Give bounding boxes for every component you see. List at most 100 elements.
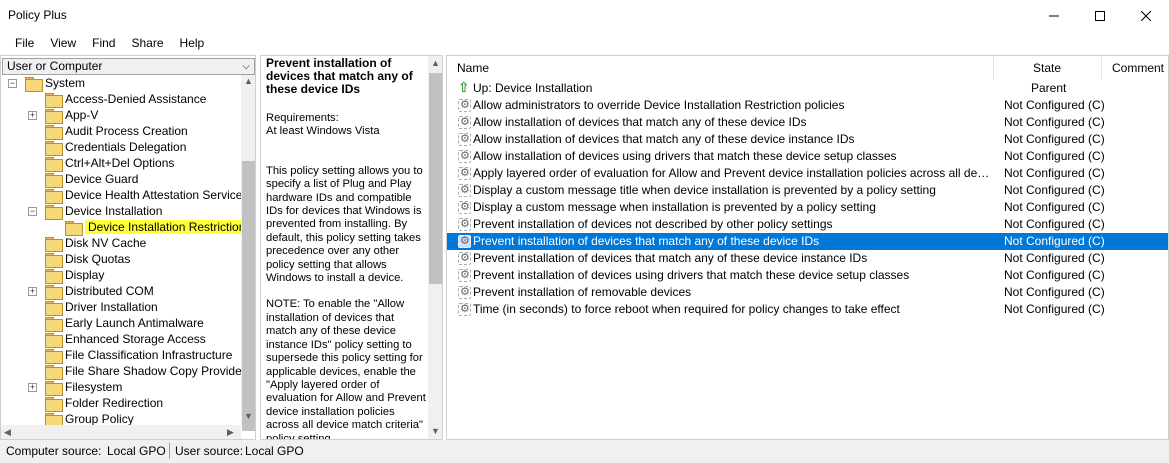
tree-node[interactable]: Enhanced Storage Access	[45, 331, 206, 348]
policy-row[interactable]: Allow installation of devices that match…	[447, 131, 1168, 148]
tree-vertical-scrollbar[interactable]: ▲ ▼	[241, 75, 255, 431]
expand-icon[interactable]: +	[28, 111, 37, 120]
policy-setting-icon	[458, 165, 471, 182]
tree-node[interactable]: + Filesystem	[28, 379, 122, 396]
policy-row[interactable]: Prevent installation of devices using dr…	[447, 267, 1168, 284]
tree-node-label: Disk NV Cache	[65, 236, 147, 250]
up-arrow-icon: ⇧	[458, 79, 470, 95]
policy-name: Display a custom message title when devi…	[473, 183, 936, 197]
scrollbar-thumb[interactable]	[429, 73, 442, 284]
scroll-left-icon[interactable]: ◀	[4, 427, 11, 438]
policy-row[interactable]: Allow administrators to override Device …	[447, 97, 1168, 114]
scope-select[interactable]: User or Computer ⌵	[2, 58, 255, 75]
computer-source-value: Local GPO	[107, 444, 166, 458]
tree-node[interactable]: Group Policy	[45, 411, 134, 425]
tree-node[interactable]: − System	[8, 75, 85, 92]
tree-node[interactable]: + Distributed COM	[28, 283, 154, 300]
folder-icon	[45, 156, 63, 172]
policy-row[interactable]: Prevent installation of removable device…	[447, 284, 1168, 301]
expand-icon[interactable]: +	[28, 287, 37, 296]
scrollbar-thumb[interactable]	[242, 161, 255, 431]
folder-icon	[45, 300, 63, 316]
tree-node-label: Enhanced Storage Access	[65, 332, 206, 346]
menu-share[interactable]: Share	[123, 36, 171, 50]
tree-node[interactable]: Credentials Delegation	[45, 139, 186, 156]
collapse-icon[interactable]: −	[8, 79, 17, 88]
tree-node[interactable]: + App-V	[28, 107, 98, 124]
tree-node[interactable]: − Device Installation	[28, 203, 162, 220]
column-header-name[interactable]: Name	[457, 56, 489, 80]
expand-icon[interactable]: +	[28, 383, 37, 392]
menu-file[interactable]: File	[7, 36, 42, 50]
policy-state: Not Configured (C)	[1004, 149, 1105, 163]
policy-row[interactable]: Allow installation of devices using driv…	[447, 148, 1168, 165]
policy-setting-icon	[458, 233, 471, 250]
policy-state: Not Configured (C)	[1004, 98, 1105, 112]
policy-row[interactable]: Prevent installation of devices that mat…	[447, 233, 1168, 250]
tree-node[interactable]: Disk NV Cache	[45, 235, 147, 252]
tree-node[interactable]: Driver Installation	[45, 299, 158, 316]
column-header-state[interactable]: State	[1033, 56, 1061, 80]
folder-icon	[45, 348, 63, 364]
policy-state: Not Configured (C)	[1004, 115, 1105, 129]
setting-details-panel: Prevent installation of devices that mat…	[260, 55, 443, 440]
policy-row[interactable]: Apply layered order of evaluation for Al…	[447, 165, 1168, 182]
collapse-icon[interactable]: −	[28, 207, 37, 216]
policy-row[interactable]: Prevent installation of devices that mat…	[447, 250, 1168, 267]
tree-node[interactable]: Display	[45, 267, 105, 284]
details-vertical-scrollbar[interactable]: ▲ ▼	[428, 56, 442, 439]
scroll-right-icon[interactable]: ▶	[227, 427, 234, 438]
scroll-up-icon[interactable]: ▲	[244, 76, 253, 86]
tree-node-label: Device Installation Restrictions	[85, 220, 241, 234]
tree-node[interactable]: Device Installation Restrictions	[65, 219, 241, 236]
setting-description: This policy setting allows you to specif…	[266, 164, 423, 285]
tree-node[interactable]: Early Launch Antimalware	[45, 315, 204, 332]
folder-icon	[45, 364, 63, 380]
policy-row[interactable]: Allow installation of devices that match…	[447, 114, 1168, 131]
policy-name: Allow installation of devices that match…	[473, 132, 855, 146]
policy-row[interactable]: Display a custom message when installati…	[447, 199, 1168, 216]
column-divider[interactable]	[993, 56, 994, 80]
menu-view[interactable]: View	[42, 36, 84, 50]
tree-node[interactable]: Folder Redirection	[45, 395, 163, 412]
close-button[interactable]	[1123, 0, 1169, 31]
policy-row[interactable]: Display a custom message title when devi…	[447, 182, 1168, 199]
scroll-down-icon[interactable]: ▼	[244, 411, 253, 421]
scroll-up-icon[interactable]: ▲	[431, 58, 440, 68]
close-icon	[1141, 10, 1151, 21]
policy-row[interactable]: Time (in seconds) to force reboot when r…	[447, 301, 1168, 318]
tree-node[interactable]: Device Health Attestation Service	[45, 187, 241, 204]
category-tree: − System Access-Denied Assistance + App-V Aud…	[1, 75, 241, 425]
tree-node[interactable]: Access-Denied Assistance	[45, 91, 206, 108]
column-header-comment[interactable]: Comment	[1112, 56, 1164, 80]
user-source-label: User source:	[175, 444, 244, 458]
policy-row[interactable]: Prevent installation of devices not desc…	[447, 216, 1168, 233]
policy-state: Not Configured (C)	[1004, 268, 1105, 282]
folder-icon	[45, 252, 63, 268]
tree-node[interactable]: Device Guard	[45, 171, 138, 188]
policy-state: Not Configured (C)	[1004, 217, 1105, 231]
up-row[interactable]: ⇧ Up: Device Installation Parent	[447, 79, 1168, 97]
requirements-label: Requirements:	[266, 112, 339, 124]
policy-state: Not Configured (C)	[1004, 183, 1105, 197]
scroll-down-icon[interactable]: ▼	[431, 426, 440, 436]
tree-node[interactable]: Disk Quotas	[45, 251, 130, 268]
menu-find[interactable]: Find	[84, 36, 123, 50]
tree-horizontal-scrollbar[interactable]: ◀ ▶	[1, 425, 241, 439]
folder-icon	[45, 316, 63, 332]
minimize-icon	[1049, 15, 1059, 16]
tree-node-label: Display	[65, 268, 105, 282]
tree-node[interactable]: Audit Process Creation	[45, 123, 188, 140]
tree-node[interactable]: File Share Shadow Copy Provider	[45, 363, 241, 380]
column-divider[interactable]	[1101, 56, 1102, 80]
tree-node[interactable]: File Classification Infrastructure	[45, 347, 232, 364]
policy-name: Apply layered order of evaluation for Al…	[473, 166, 993, 180]
menu-help[interactable]: Help	[172, 36, 213, 50]
minimize-button[interactable]	[1031, 0, 1077, 31]
folder-icon	[45, 332, 63, 348]
policy-state: Not Configured (C)	[1004, 234, 1105, 248]
policy-state: Not Configured (C)	[1004, 132, 1105, 146]
maximize-button[interactable]	[1077, 0, 1123, 31]
folder-icon	[45, 108, 63, 124]
tree-node[interactable]: Ctrl+Alt+Del Options	[45, 155, 174, 172]
